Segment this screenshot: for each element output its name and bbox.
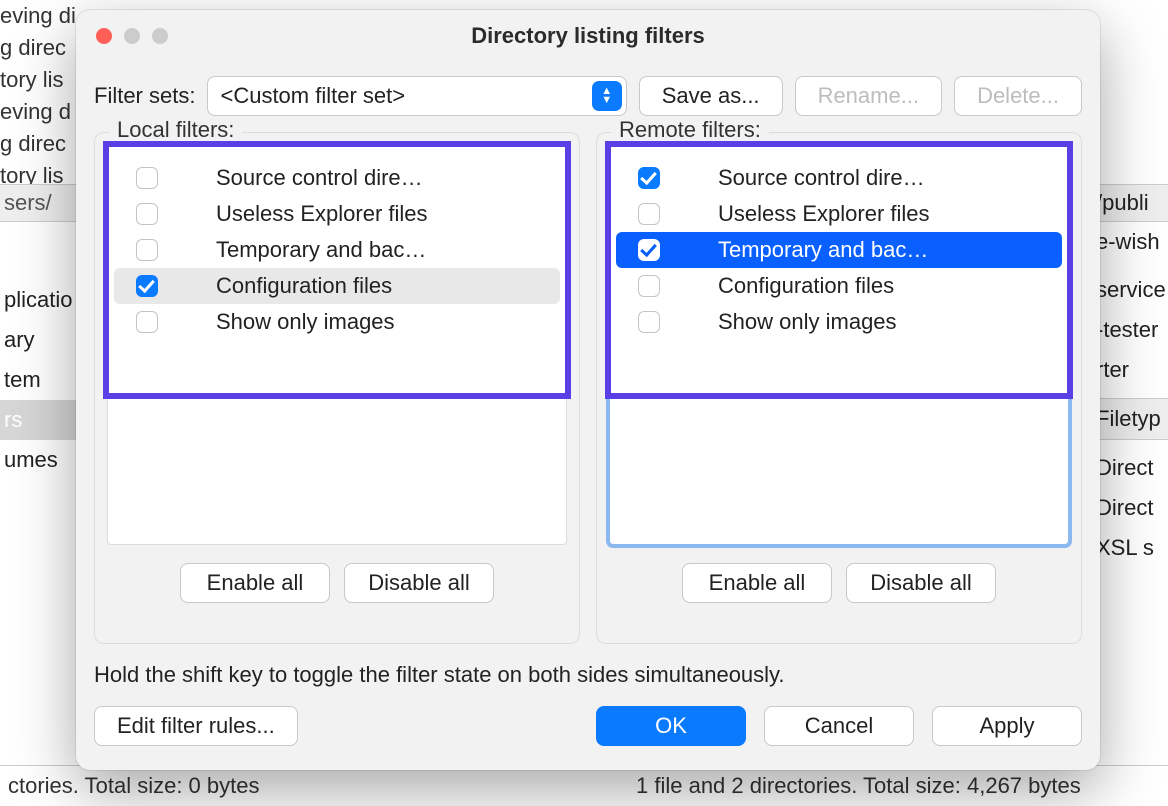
- local-tree: plicatio ary tem rs umes: [0, 280, 76, 480]
- titlebar: Directory listing filters: [76, 10, 1100, 62]
- edit-filter-rules-button[interactable]: Edit filter rules...: [94, 706, 298, 746]
- filter-checkbox[interactable]: [136, 167, 158, 189]
- remote-filters-list[interactable]: Source control dire… Useless Explorer fil…: [609, 145, 1069, 545]
- filter-sets-combo[interactable]: <Custom filter set> ▲▼: [207, 76, 626, 116]
- local-disable-all-button[interactable]: Disable all: [344, 563, 494, 603]
- filter-row[interactable]: Source control dire…: [114, 160, 560, 196]
- filter-checkbox[interactable]: [638, 275, 660, 297]
- filter-checkbox[interactable]: [638, 203, 660, 225]
- filter-sets-label: Filter sets:: [94, 83, 195, 109]
- local-enable-all-button[interactable]: Enable all: [180, 563, 330, 603]
- remote-enable-all-button[interactable]: Enable all: [682, 563, 832, 603]
- local-path-bar: sers/: [0, 184, 76, 222]
- filter-checkbox[interactable]: [136, 203, 158, 225]
- rename-button: Rename...: [795, 76, 943, 116]
- hint-text: Hold the shift key to toggle the filter …: [76, 644, 1100, 696]
- filter-label: Temporary and bac…: [678, 237, 1050, 263]
- filter-row[interactable]: Configuration files: [114, 268, 560, 304]
- filter-row[interactable]: Temporary and bac…: [114, 232, 560, 268]
- filter-label: Show only images: [678, 309, 1050, 335]
- combo-arrows-icon: ▲▼: [592, 81, 622, 111]
- save-as-button[interactable]: Save as...: [639, 76, 783, 116]
- local-filters-label: Local filters:: [109, 117, 242, 143]
- filter-label: Configuration files: [176, 273, 548, 299]
- filter-label: Temporary and bac…: [176, 237, 548, 263]
- filter-row[interactable]: Temporary and bac…: [616, 232, 1062, 268]
- filter-checkbox[interactable]: [638, 167, 660, 189]
- delete-button: Delete...: [954, 76, 1082, 116]
- filter-row[interactable]: Useless Explorer files: [616, 196, 1062, 232]
- filter-label: Source control dire…: [176, 165, 548, 191]
- filter-checkbox[interactable]: [136, 311, 158, 333]
- status-bar: ctories. Total size: 0 bytes 1 file and …: [0, 765, 1168, 806]
- close-icon[interactable]: [96, 28, 112, 44]
- filters-dialog: Directory listing filters Filter sets: <…: [76, 10, 1100, 770]
- zoom-icon: [152, 28, 168, 44]
- filter-label: Source control dire…: [678, 165, 1050, 191]
- dialog-title: Directory listing filters: [76, 23, 1100, 49]
- remote-pane: /publi e-wish service -tester rter Filet…: [1094, 184, 1168, 568]
- cancel-button[interactable]: Cancel: [764, 706, 914, 746]
- filter-label: Configuration files: [678, 273, 1050, 299]
- filter-row[interactable]: Configuration files: [616, 268, 1062, 304]
- filter-row[interactable]: Source control dire…: [616, 160, 1062, 196]
- filter-label: Useless Explorer files: [678, 201, 1050, 227]
- filter-checkbox[interactable]: [136, 275, 158, 297]
- filter-checkbox[interactable]: [136, 239, 158, 261]
- remote-disable-all-button[interactable]: Disable all: [846, 563, 996, 603]
- filter-sets-value: <Custom filter set>: [220, 83, 591, 109]
- remote-filters-label: Remote filters:: [611, 117, 769, 143]
- ok-button[interactable]: OK: [596, 706, 746, 746]
- filter-row[interactable]: Show only images: [114, 304, 560, 340]
- local-filters-list[interactable]: Source control dire… Useless Explorer fil…: [107, 145, 567, 545]
- filter-checkbox[interactable]: [638, 239, 660, 261]
- filter-label: Show only images: [176, 309, 548, 335]
- filter-checkbox[interactable]: [638, 311, 660, 333]
- filter-row[interactable]: Show only images: [616, 304, 1062, 340]
- minimize-icon: [124, 28, 140, 44]
- filter-row[interactable]: Useless Explorer files: [114, 196, 560, 232]
- local-filters-group: Local filters: Source control dire…Usele…: [94, 132, 580, 644]
- filter-label: Useless Explorer files: [176, 201, 548, 227]
- apply-button[interactable]: Apply: [932, 706, 1082, 746]
- remote-filters-group: Remote filters: Source control dire…Usel…: [596, 132, 1082, 644]
